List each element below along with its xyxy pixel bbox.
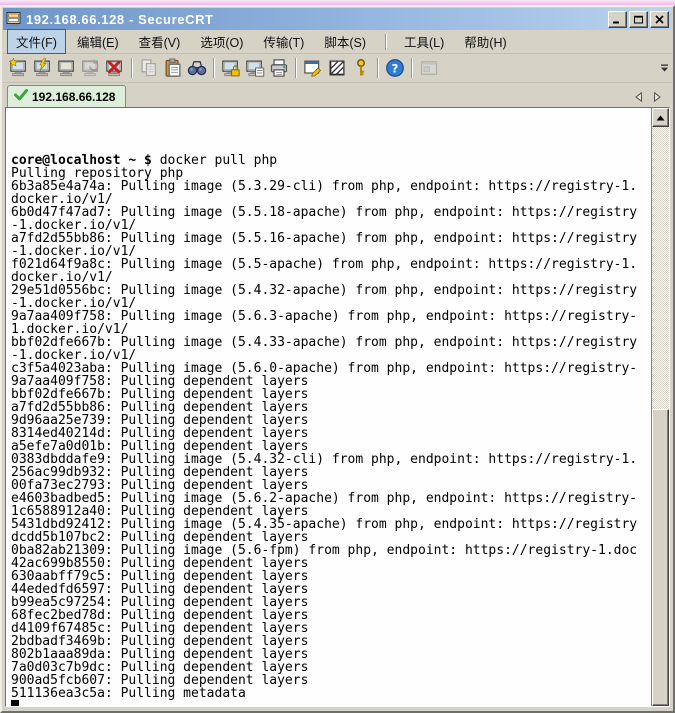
menu-item-options[interactable]: 选项(O) [191, 29, 252, 54]
help-icon[interactable]: ? [384, 57, 406, 79]
scrollbar-thumb[interactable] [652, 409, 669, 706]
terminal-cursor [11, 700, 19, 706]
session-tab-label: 192.168.66.128 [32, 90, 115, 104]
about-icon [418, 57, 440, 79]
toolbar: ? [3, 54, 672, 83]
log-session-icon[interactable] [220, 57, 242, 79]
tab-scroll-right-icon[interactable] [653, 89, 662, 99]
toolbar-separator [377, 58, 379, 78]
menu-separator [385, 34, 387, 50]
new-session-icon[interactable] [8, 57, 30, 79]
session-tab[interactable]: 192.168.66.128 [7, 85, 126, 107]
menu-item-help[interactable]: 帮助(H) [455, 29, 515, 54]
title-bar[interactable]: 192.168.66.128 - SecureCRT [3, 8, 672, 30]
terminal-area: core@localhost ~ $ docker pull phpPullin… [5, 107, 670, 707]
toolbar-separator [295, 58, 297, 78]
close-button[interactable] [650, 11, 669, 28]
toolbar-overflow-icon[interactable] [658, 62, 670, 74]
raw-log-icon[interactable] [244, 57, 266, 79]
print-icon[interactable] [268, 57, 290, 79]
connected-check-icon [14, 89, 28, 104]
toolbar-separator [131, 58, 133, 78]
menu-item-edit[interactable]: 编辑(E) [68, 29, 128, 54]
scrollbar [651, 108, 669, 706]
window-title: 192.168.66.128 - SecureCRT [26, 12, 606, 27]
screen: 192.168.66.128 - SecureCRT 文件(F)编辑(E)查看(… [0, 0, 675, 713]
tab-bar: 192.168.66.128 [3, 83, 672, 107]
tab-scroll-left-icon[interactable] [634, 89, 643, 99]
app-icon [6, 11, 22, 27]
menu-item-view[interactable]: 查看(V) [130, 29, 190, 54]
terminal-line: 511136ea3c5a: Pulling metadata [11, 687, 651, 700]
scroll-up-icon[interactable] [652, 108, 669, 127]
find-icon[interactable] [186, 57, 208, 79]
minimize-button[interactable] [608, 11, 627, 28]
securecrt-window: 192.168.66.128 - SecureCRT 文件(F)编辑(E)查看(… [0, 5, 675, 713]
menu-bar: 文件(F)编辑(E)查看(V)选项(O)传输(T)脚本(S) 工具(L)帮助(H) [3, 30, 672, 54]
reconnect-icon [80, 57, 102, 79]
menu-item-transfer[interactable]: 传输(T) [254, 29, 313, 54]
session-options-icon[interactable] [302, 57, 324, 79]
connect-dialog-icon[interactable] [56, 57, 78, 79]
quick-connect-icon[interactable] [32, 57, 54, 79]
menu-item-file[interactable]: 文件(F) [7, 29, 66, 54]
terminal-text[interactable]: core@localhost ~ $ docker pull phpPullin… [6, 108, 651, 706]
scrollbar-track[interactable] [652, 127, 669, 706]
copy-icon [138, 57, 160, 79]
toolbar-separator [213, 58, 215, 78]
key-agent-icon[interactable] [350, 57, 372, 79]
toolbar-separator [411, 58, 413, 78]
svg-text:?: ? [392, 61, 399, 75]
menu-item-tools[interactable]: 工具(L) [395, 29, 453, 54]
disconnect-icon[interactable] [104, 57, 126, 79]
maximize-button[interactable] [629, 11, 648, 28]
menu-item-script[interactable]: 脚本(S) [315, 29, 375, 54]
global-options-icon[interactable] [326, 57, 348, 79]
paste-icon[interactable] [162, 57, 184, 79]
